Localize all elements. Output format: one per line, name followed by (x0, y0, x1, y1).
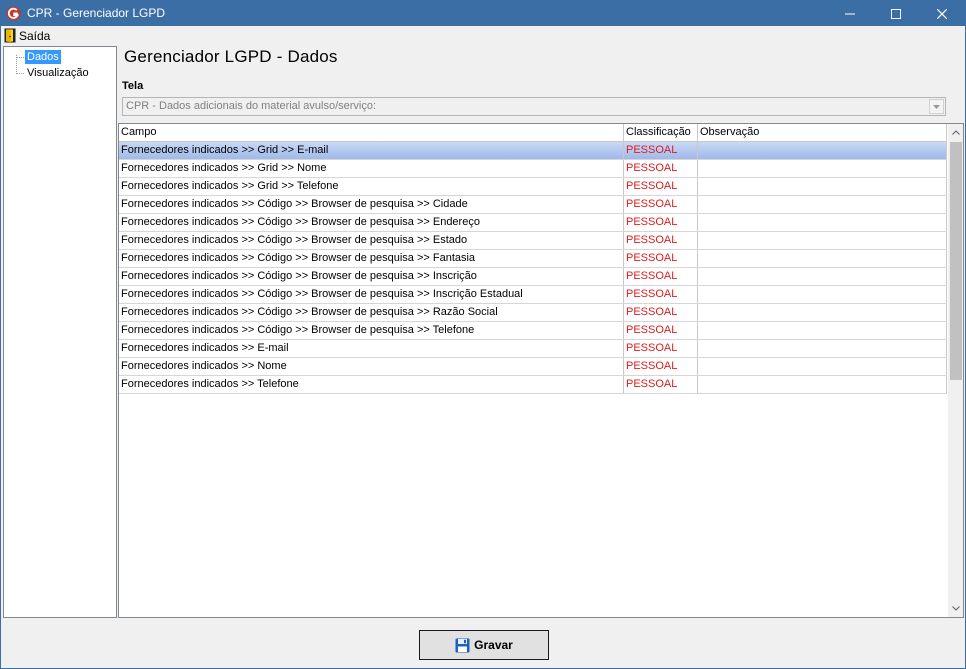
table-row[interactable]: Fornecedores indicados >> Grid >> Telefo… (119, 178, 947, 196)
table-row[interactable]: Fornecedores indicados >> Telefone PESSOA… (119, 376, 947, 394)
cell-classificacao[interactable]: PESSOAL (624, 160, 698, 177)
fields-grid[interactable]: Campo Classificação Observação Fornecedo… (118, 123, 964, 618)
cell-campo[interactable]: Fornecedores indicados >> Código >> Brow… (119, 322, 624, 339)
cell-campo[interactable]: Fornecedores indicados >> Código >> Brow… (119, 196, 624, 213)
cell-observacao[interactable] (698, 196, 947, 213)
table-row[interactable]: Fornecedores indicados >> Código >> Brow… (119, 196, 947, 214)
minimize-icon (845, 13, 855, 14)
save-button[interactable]: Gravar (419, 630, 549, 660)
maximize-button[interactable] (873, 1, 919, 26)
cell-classificacao[interactable]: PESSOAL (624, 340, 698, 357)
table-row[interactable]: Fornecedores indicados >> E-mail PESSOAL (119, 340, 947, 358)
table-row[interactable]: Fornecedores indicados >> Código >> Brow… (119, 250, 947, 268)
cell-observacao[interactable] (698, 286, 947, 303)
cell-campo[interactable]: Fornecedores indicados >> Grid >> Telefo… (119, 178, 624, 195)
minimize-button[interactable] (827, 1, 873, 26)
cell-observacao[interactable] (698, 322, 947, 339)
page-title: Gerenciador LGPD - Dados (124, 47, 338, 66)
navigation-tree: Dados Visualização (3, 46, 117, 618)
cell-campo[interactable]: Fornecedores indicados >> Código >> Brow… (119, 304, 624, 321)
grid-body: Fornecedores indicados >> Grid >> E-mail… (119, 142, 947, 394)
cell-campo[interactable]: Fornecedores indicados >> Código >> Brow… (119, 214, 624, 231)
cell-classificacao[interactable]: PESSOAL (624, 304, 698, 321)
cell-observacao[interactable] (698, 358, 947, 375)
app-window: CPR - Gerenciador LGPD Saída Dados Visua… (0, 0, 966, 669)
table-row[interactable]: Fornecedores indicados >> Grid >> Nome PE… (119, 160, 947, 178)
column-header-campo[interactable]: Campo (119, 124, 624, 141)
cell-campo[interactable]: Fornecedores indicados >> E-mail (119, 340, 624, 357)
cell-observacao[interactable] (698, 142, 947, 159)
maximize-icon (891, 8, 901, 19)
scrollbar-thumb[interactable] (950, 142, 962, 380)
cell-campo[interactable]: Fornecedores indicados >> Código >> Brow… (119, 250, 624, 267)
table-row[interactable]: Fornecedores indicados >> Código >> Brow… (119, 268, 947, 286)
cell-campo[interactable]: Fornecedores indicados >> Código >> Brow… (119, 286, 624, 303)
cell-observacao[interactable] (698, 232, 947, 249)
tela-select-value: CPR - Dados adicionais do material avuls… (126, 100, 377, 112)
title-bar[interactable]: CPR - Gerenciador LGPD (1, 1, 965, 26)
cell-observacao[interactable] (698, 214, 947, 231)
tela-label: Tela (122, 80, 144, 92)
cell-classificacao[interactable]: PESSOAL (624, 286, 698, 303)
table-row[interactable]: Fornecedores indicados >> Código >> Brow… (119, 286, 947, 304)
table-row[interactable]: Fornecedores indicados >> Grid >> E-mail… (119, 142, 947, 160)
tela-select[interactable]: CPR - Dados adicionais do material avuls… (122, 97, 946, 116)
column-header-classificacao[interactable]: Classificação (624, 124, 698, 141)
cell-classificacao[interactable]: PESSOAL (624, 232, 698, 249)
vertical-scrollbar[interactable] (948, 124, 963, 617)
chevron-down-icon (933, 104, 940, 109)
app-logo-icon (6, 6, 21, 21)
menu-item-saida[interactable]: Saída (4, 27, 50, 44)
cell-classificacao[interactable]: PESSOAL (624, 214, 698, 231)
tree-branch-line (16, 57, 24, 58)
chevron-up-icon (952, 130, 960, 135)
table-row[interactable]: Fornecedores indicados >> Código >> Brow… (119, 214, 947, 232)
table-row[interactable]: Fornecedores indicados >> Código >> Brow… (119, 304, 947, 322)
table-row[interactable]: Fornecedores indicados >> Código >> Brow… (119, 232, 947, 250)
menu-item-label: Saída (19, 28, 51, 43)
cell-observacao[interactable] (698, 304, 947, 321)
column-header-observacao[interactable]: Observação (698, 124, 947, 141)
floppy-disk-icon (455, 638, 470, 652)
cell-classificacao[interactable]: PESSOAL (624, 268, 698, 285)
cell-campo[interactable]: Fornecedores indicados >> Nome (119, 358, 624, 375)
table-row[interactable]: Fornecedores indicados >> Nome PESSOAL (119, 358, 947, 376)
scroll-down-button[interactable] (948, 600, 963, 617)
window-title: CPR - Gerenciador LGPD (27, 6, 166, 20)
menu-bar: Saída (1, 26, 965, 45)
cell-classificacao[interactable]: PESSOAL (624, 250, 698, 267)
cell-classificacao[interactable]: PESSOAL (624, 196, 698, 213)
cell-classificacao[interactable]: PESSOAL (624, 142, 698, 159)
cell-observacao[interactable] (698, 160, 947, 177)
cell-campo[interactable]: Fornecedores indicados >> Código >> Brow… (119, 268, 624, 285)
tree-item-dados[interactable]: Dados (25, 50, 61, 64)
cell-classificacao[interactable]: PESSOAL (624, 322, 698, 339)
scroll-up-button[interactable] (948, 124, 963, 141)
cell-observacao[interactable] (698, 250, 947, 267)
close-icon (937, 8, 947, 19)
dropdown-button[interactable] (929, 99, 944, 114)
tree-item-visualizacao[interactable]: Visualização (25, 66, 91, 80)
cell-observacao[interactable] (698, 268, 947, 285)
cell-observacao[interactable] (698, 376, 947, 393)
grid-header: Campo Classificação Observação (119, 124, 947, 142)
cell-campo[interactable]: Fornecedores indicados >> Grid >> E-mail (119, 142, 624, 159)
cell-classificacao[interactable]: PESSOAL (624, 178, 698, 195)
table-row[interactable]: Fornecedores indicados >> Código >> Brow… (119, 322, 947, 340)
tree-branch-line (16, 73, 24, 74)
cell-observacao[interactable] (698, 178, 947, 195)
cell-observacao[interactable] (698, 340, 947, 357)
chevron-down-icon (952, 606, 960, 611)
cell-classificacao[interactable]: PESSOAL (624, 358, 698, 375)
cell-campo[interactable]: Fornecedores indicados >> Código >> Brow… (119, 232, 624, 249)
close-button[interactable] (919, 1, 965, 26)
exit-door-icon (4, 28, 16, 43)
cell-classificacao[interactable]: PESSOAL (624, 376, 698, 393)
cell-campo[interactable]: Fornecedores indicados >> Grid >> Nome (119, 160, 624, 177)
save-button-label: Gravar (474, 638, 513, 652)
cell-campo[interactable]: Fornecedores indicados >> Telefone (119, 376, 624, 393)
